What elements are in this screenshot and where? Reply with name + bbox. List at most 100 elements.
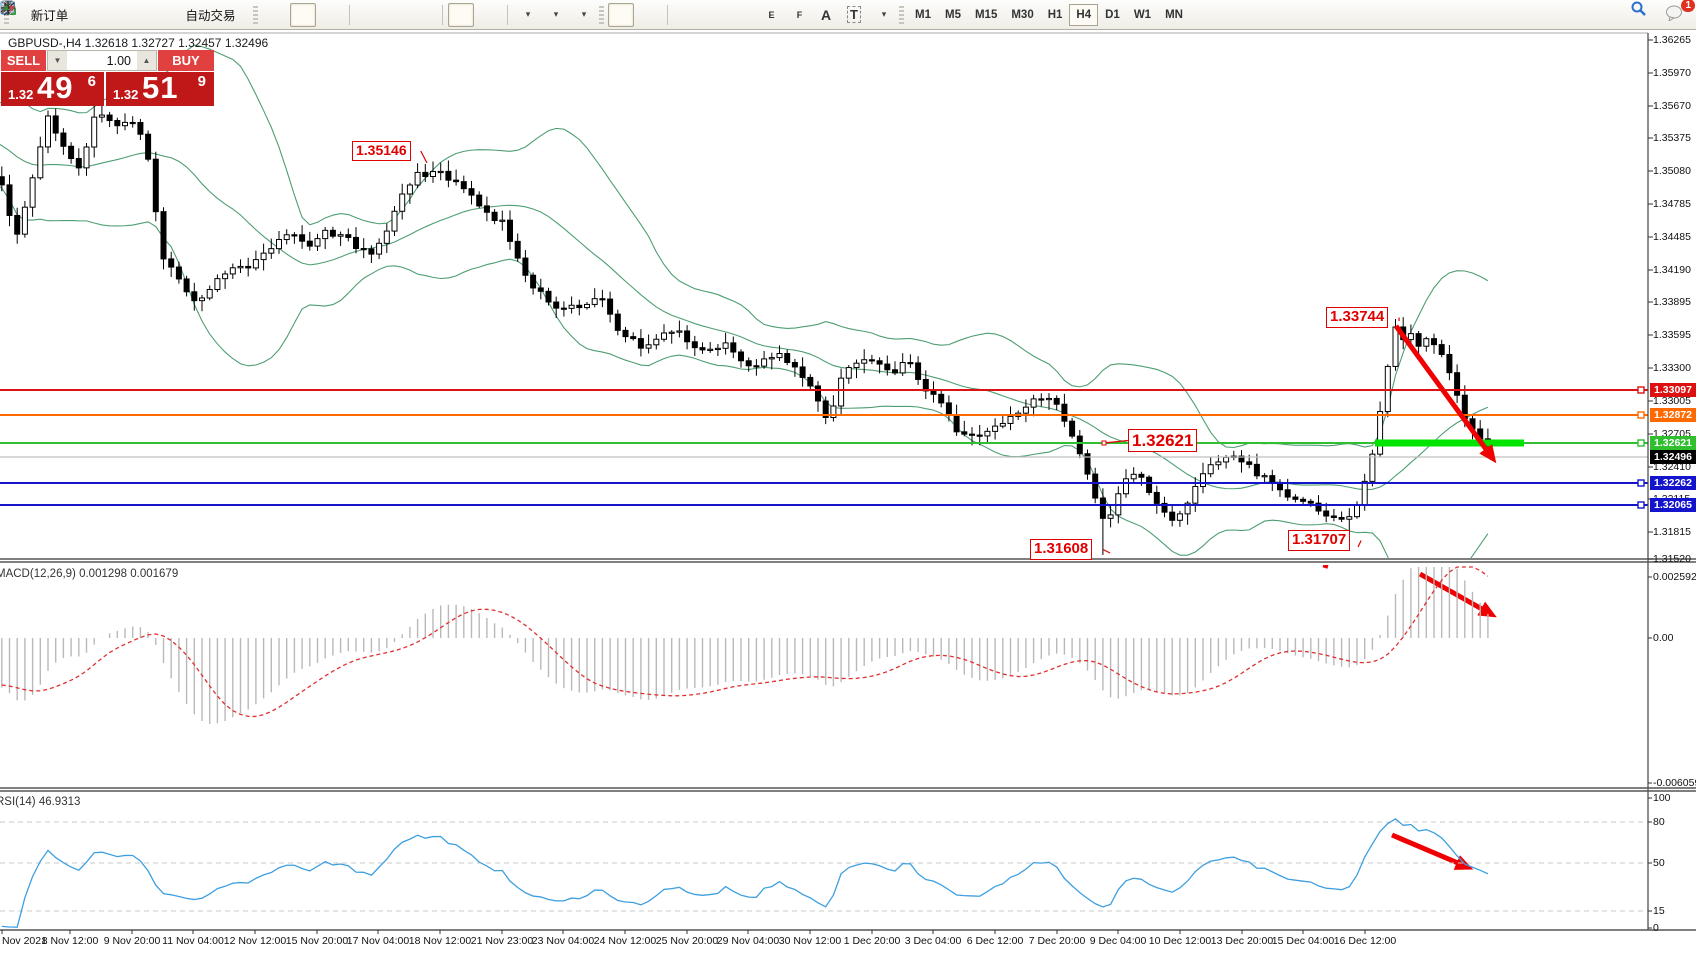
timeframe-H4[interactable]: H4 xyxy=(1069,4,1098,26)
rsi-label: RSI(14) 46.9313 xyxy=(0,796,80,808)
timeframe-M1[interactable]: M1 xyxy=(908,4,938,26)
text-label-button[interactable]: T xyxy=(841,3,867,27)
zoom-in-button[interactable] xyxy=(355,3,381,27)
fibonacci-button[interactable]: F xyxy=(785,3,811,27)
horizontal-line-button[interactable] xyxy=(701,3,727,27)
template-button[interactable]: ▾ xyxy=(569,3,595,27)
timeframe-MN[interactable]: MN xyxy=(1158,4,1190,26)
price-annotation[interactable]: 1.32621 xyxy=(1128,429,1197,452)
fibo-letter: F xyxy=(797,10,803,20)
chart-canvas[interactable] xyxy=(0,0,1696,953)
buy-price-big: 51 xyxy=(142,70,178,106)
time-axis-label: Nov 2021 xyxy=(2,935,47,947)
volume-increase-button[interactable]: ▲ xyxy=(137,51,156,70)
time-axis-label: 12 Nov 12:00 xyxy=(224,935,286,947)
community-button[interactable] xyxy=(113,3,139,27)
channel-button[interactable]: E xyxy=(757,3,783,27)
price-axis-tick: 1.35375 xyxy=(1653,132,1691,144)
time-axis-label: 1 Dec 20:00 xyxy=(844,935,901,947)
shift-chart-button[interactable] xyxy=(476,3,502,27)
volume-stepper: ▼ 1.00 ▲ xyxy=(47,50,157,71)
volume-decrease-button[interactable]: ▼ xyxy=(48,51,67,70)
notification-badge: 1 xyxy=(1681,0,1695,12)
time-axis-label: 17 Nov 04:00 xyxy=(347,935,409,947)
vertical-line-button[interactable] xyxy=(673,3,699,27)
bar-chart-button[interactable] xyxy=(262,3,288,27)
sell-price-big: 49 xyxy=(37,70,73,106)
line-chart-button[interactable] xyxy=(318,3,344,27)
volume-field[interactable]: 1.00 xyxy=(67,51,137,70)
auto-trading-label: 自动交易 xyxy=(185,5,235,24)
chevron-down-icon[interactable]: ▾ xyxy=(526,9,531,20)
macd-axis-tick: 0.002592 xyxy=(1653,571,1696,583)
timeframe-D1[interactable]: D1 xyxy=(1098,4,1127,26)
timeframe-H1[interactable]: H1 xyxy=(1041,4,1070,26)
price-annotation[interactable]: 1.31608 xyxy=(1030,539,1092,560)
channel-letter: E xyxy=(768,10,774,20)
time-axis-label: 29 Nov 04:00 xyxy=(717,935,779,947)
level-price-label[interactable]: 1.32262 xyxy=(1650,476,1696,490)
price-axis-tick: 1.34485 xyxy=(1653,231,1691,243)
macd-axis-tick: 0.00 xyxy=(1653,632,1673,644)
rsi-axis-tick: 100 xyxy=(1653,792,1671,804)
price-axis-tick: 1.36265 xyxy=(1653,34,1691,46)
toolbar-right: 1 xyxy=(1630,0,1690,30)
price-annotation[interactable]: 1.31707 xyxy=(1288,530,1350,551)
signals-button[interactable] xyxy=(141,3,167,27)
level-price-label[interactable]: 1.32621 xyxy=(1650,436,1696,450)
timeframe-W1[interactable]: W1 xyxy=(1127,4,1158,26)
price-axis-tick: 1.35080 xyxy=(1653,165,1691,177)
price-axis-tick: 1.31815 xyxy=(1653,526,1691,538)
time-axis-label: 16 Dec 12:00 xyxy=(1334,935,1396,947)
time-axis-label: 9 Dec 04:00 xyxy=(1090,935,1147,947)
periods-button[interactable]: ▾ xyxy=(541,3,567,27)
sell-price-sup: 6 xyxy=(88,73,96,90)
toolbar: 新订单 自动交易 ▾ ▾ ▾ E F A T ▾ xyxy=(0,0,1696,30)
level-price-label[interactable]: 1.32065 xyxy=(1650,498,1696,512)
current-price-label: 1.32496 xyxy=(1650,450,1696,464)
sell-price-display[interactable]: 1.32 49 6 xyxy=(1,72,104,106)
symbol-ohlc-readout: GBPUSD-,H4 1.32618 1.32727 1.32457 1.324… xyxy=(8,36,268,50)
mt4-window: 新订单 自动交易 ▾ ▾ ▾ E F A T ▾ xyxy=(0,0,1696,953)
timeframe-M30[interactable]: M30 xyxy=(1004,4,1040,26)
rsi-axis-tick: 15 xyxy=(1653,905,1665,917)
search-button[interactable] xyxy=(1630,3,1656,27)
trendline-button[interactable] xyxy=(729,3,755,27)
macd-axis-tick: -0.006059 xyxy=(1653,777,1696,789)
price-annotation[interactable]: 1.33744 xyxy=(1326,307,1388,328)
chevron-down-icon[interactable]: ▾ xyxy=(882,9,887,20)
price-annotation[interactable]: 1.35146 xyxy=(352,141,411,161)
price-axis-tick: 1.31520 xyxy=(1653,553,1691,565)
candlestick-chart-button[interactable] xyxy=(290,3,316,27)
sell-button[interactable]: SELL xyxy=(1,50,47,71)
text-icon: A xyxy=(821,7,831,23)
buy-button[interactable]: BUY xyxy=(157,50,214,71)
crosshair-button[interactable] xyxy=(636,3,662,27)
time-axis-label: 7 Dec 20:00 xyxy=(1029,935,1086,947)
text-button[interactable]: A xyxy=(813,3,839,27)
timeframe-M15[interactable]: M15 xyxy=(968,4,1004,26)
new-order-button[interactable]: 新订单 xyxy=(13,3,83,27)
auto-scroll-button[interactable] xyxy=(448,3,474,27)
auto-trading-button[interactable]: 自动交易 xyxy=(169,3,249,27)
shapes-button[interactable]: ▾ xyxy=(869,3,895,27)
level-price-label[interactable]: 1.32872 xyxy=(1650,408,1696,422)
time-axis-label: 15 Dec 04:00 xyxy=(1272,935,1334,947)
favorites-button[interactable] xyxy=(85,3,111,27)
level-price-label[interactable]: 1.33097 xyxy=(1650,383,1696,397)
rsi-axis-tick: 80 xyxy=(1653,816,1665,828)
add-indicator-button[interactable]: ▾ xyxy=(513,3,539,27)
cursor-button[interactable] xyxy=(608,3,634,27)
timeframe-toolbar: M1M5M15M30H1H4D1W1MN xyxy=(908,4,1190,26)
chevron-down-icon[interactable]: ▾ xyxy=(554,9,559,20)
tile-windows-button[interactable] xyxy=(411,3,437,27)
timeframe-M5[interactable]: M5 xyxy=(938,4,968,26)
time-axis-label: 8 Nov 12:00 xyxy=(42,935,99,947)
zoom-out-button[interactable] xyxy=(383,3,409,27)
rsi-axis-tick: 50 xyxy=(1653,857,1665,869)
chevron-down-icon[interactable]: ▾ xyxy=(582,9,587,20)
price-axis-tick: 1.34190 xyxy=(1653,264,1691,276)
buy-price-display[interactable]: 1.32 51 9 xyxy=(106,72,214,106)
notifications-button[interactable]: 1 xyxy=(1664,3,1690,27)
time-axis-label: 11 Nov 04:00 xyxy=(162,935,224,947)
